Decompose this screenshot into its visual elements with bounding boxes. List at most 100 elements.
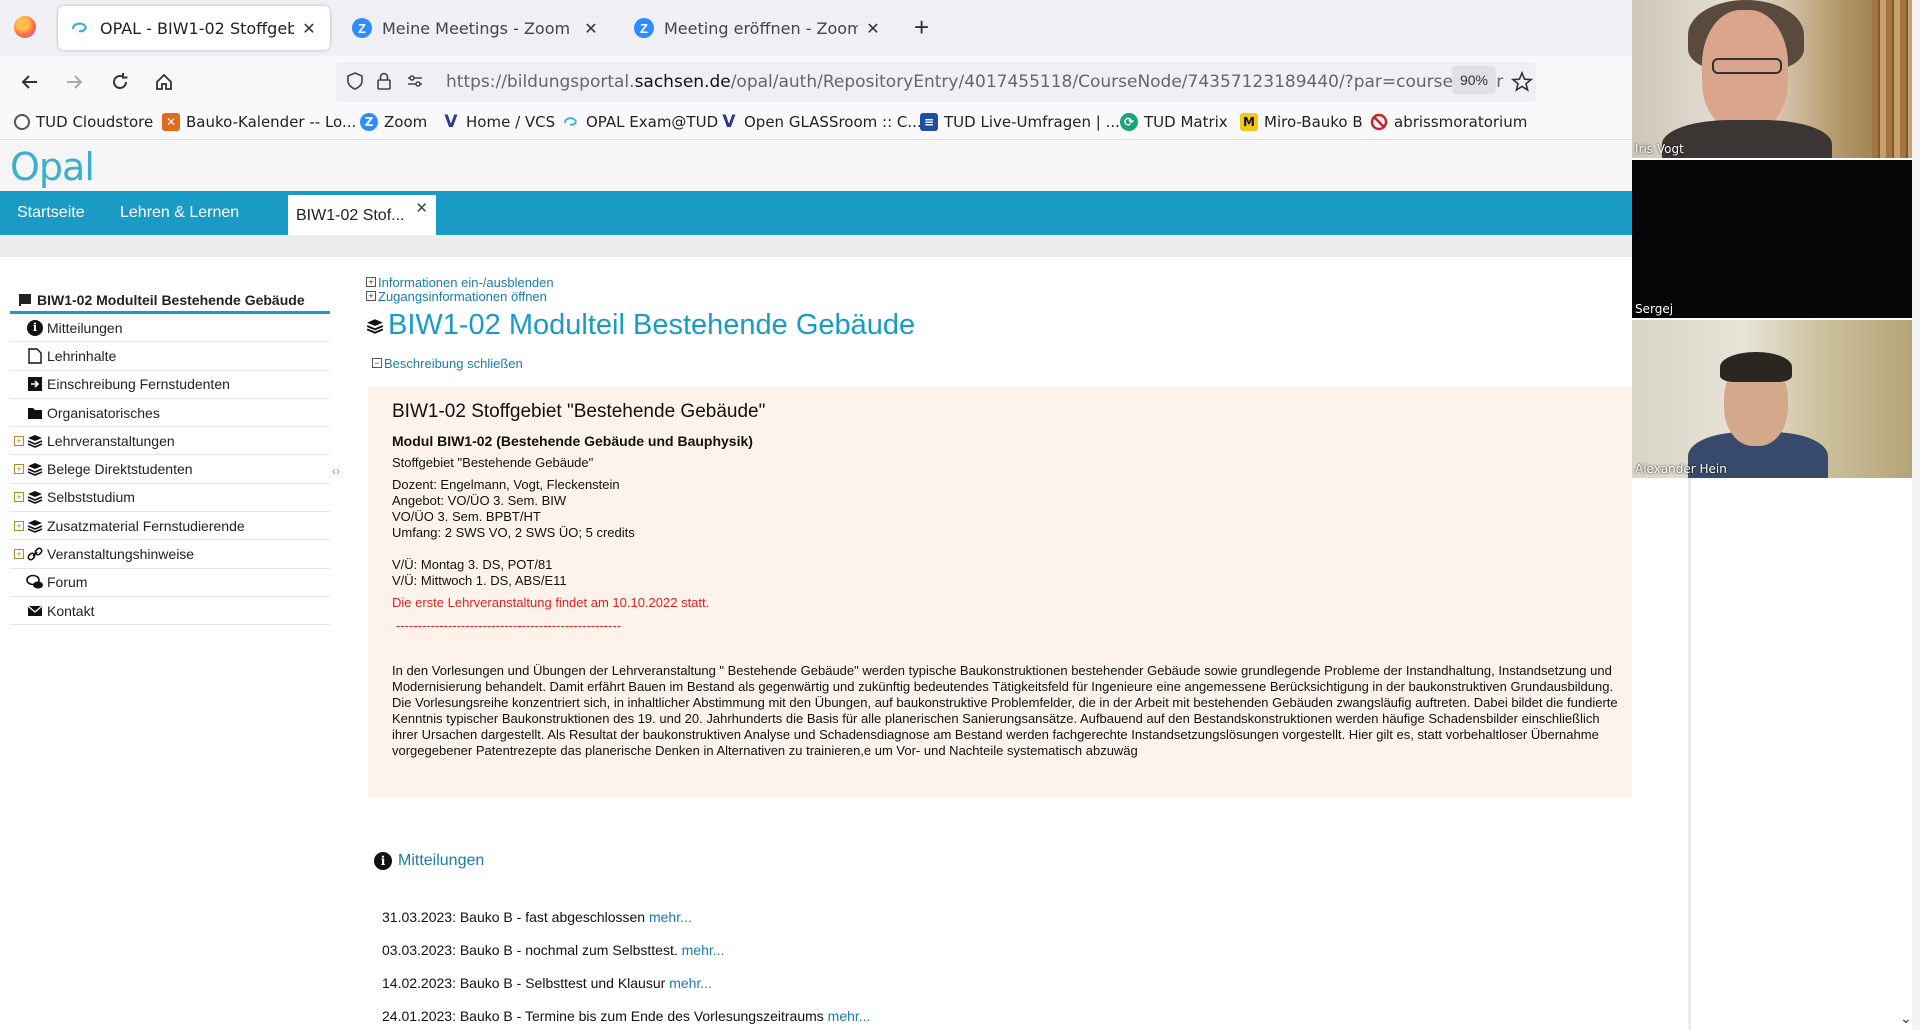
bookmark-open-glassroom[interactable]: V Open GLASSroom :: C... [720,112,921,132]
expand-icon[interactable]: + [14,492,24,503]
sidebar-item-label: Lehrveranstaltungen [47,432,175,449]
expand-icon[interactable]: + [14,464,24,475]
expand-icon[interactable]: + [14,520,24,531]
forward-arrow-icon [67,75,83,89]
permissions-icon[interactable] [406,72,424,95]
zoom-icon: Z [360,113,378,131]
bookmark-opal-exam[interactable]: OPAL Exam@TUD [562,113,718,131]
toggle-description-label: Beschreibung schließen [384,355,523,371]
news-more-link[interactable]: mehr... [669,975,712,991]
description-heading: BIW1-02 Stoffgebiet "Bestehende Gebäude" [392,401,766,422]
bookmark-miro-bauko-b[interactable]: M Miro-Bauko B [1240,113,1363,131]
bookmark-zoom[interactable]: Z Zoom [360,113,427,131]
sidebar-item-label: Forum [47,574,88,591]
scroll-down-arrow-icon[interactable]: ⌄ [1900,1010,1912,1027]
new-tab-button[interactable]: + [914,12,929,43]
divider-line: ----------------------------------------… [396,618,622,633]
opal-subbar [0,235,1632,257]
toggle-description-link[interactable]: − Beschreibung schließen [372,355,1632,371]
news-more-link[interactable]: mehr... [649,909,692,925]
tab-meine-meetings[interactable]: Z Meine Meetings - Zoom ✕ [340,6,612,50]
link-icon [26,545,44,563]
opal-logo[interactable]: Opal [10,145,95,189]
news-item: 24.01.2023: Bauko B - Termine bis zum En… [382,1008,870,1024]
sidebar-item-zusatzmaterial[interactable]: + Zusatzmaterial Fernstudierende [10,512,330,541]
vcs-icon: V [722,112,736,132]
news-more-link[interactable]: mehr... [682,942,725,958]
poll-icon: ≡ [920,113,938,131]
sidebar-item-selbststudium[interactable]: + Selbststudium [10,484,330,513]
sidebar-item-forum[interactable]: Forum [10,569,330,597]
layers-icon [26,517,44,535]
bookmark-tud-live-umfragen[interactable]: ≡ TUD Live-Umfragen | ... [920,113,1120,131]
bookmark-label: TUD Matrix [1144,113,1228,131]
zoom-level-badge[interactable]: 90% [1452,66,1496,94]
sidebar-resize-handle[interactable]: ‹› [332,464,340,478]
bookmark-tud-matrix[interactable]: ⟳ TUD Matrix [1120,113,1228,131]
tab-meeting-eroeffnen[interactable]: Z Meeting eröffnen - Zoom ✕ [622,6,894,50]
home-button[interactable] [148,66,180,98]
participant-hair [1720,352,1792,382]
nav-startseite[interactable]: Startseite [17,204,85,222]
nav-lehren-lernen[interactable]: Lehren & Lernen [120,204,239,222]
sidebar-item-label: Einschreibung Fernstudenten [47,376,230,393]
close-icon[interactable]: ✕ [582,19,600,38]
page-title-text: BIW1-02 Modulteil Bestehende Gebäude [388,309,916,341]
schedule-2: V/Ü: Mittwoch 1. DS, ABS/E11 [392,573,567,588]
bookmark-star-button[interactable] [1506,66,1538,98]
sidebar-item-veranstaltungshinweise[interactable]: + Veranstaltungshinweise [10,540,330,569]
sidebar-item-kontakt[interactable]: Kontakt [10,597,330,626]
video-tile-alexander-hein[interactable]: Alexander Hein [1632,320,1912,478]
news-text: 31.03.2023: Bauko B - fast abgeschlossen [382,909,649,925]
tab-title: Meeting eröffnen - Zoom [664,18,858,38]
sidebar-item-einschreibung[interactable]: Einschreibung Fernstudenten [10,371,330,399]
sidebar-item-mitteilungen[interactable]: i Mitteilungen [10,314,330,343]
sidebar-item-label: Mitteilungen [47,319,123,336]
browser-tab-bar: OPAL - BIW1-02 Stoffgebiet "Be ✕ Z Meine… [0,0,1632,56]
info-icon: i [374,852,392,870]
forward-button[interactable] [58,66,90,98]
bookmark-bauko-kalender[interactable]: ✕ Bauko-Kalender -- Lo... [162,113,356,131]
sidebar-course-title[interactable]: BIW1-02 Modulteil Bestehende Gebäude [10,288,330,314]
news-text: 24.01.2023: Bauko B - Termine bis zum En… [382,1008,828,1024]
sidebar-item-lehrinhalte[interactable]: Lehrinhalte [10,342,330,371]
back-button[interactable] [14,66,46,98]
news-item: 31.03.2023: Bauko B - fast abgeschlossen… [382,909,692,925]
sidebar-item-belege[interactable]: + Belege Direktstudenten [10,455,330,484]
offer-2: VO/ÜO 3. Sem. BPBT/HT [392,509,541,524]
lock-icon[interactable] [376,72,392,95]
sidebar-item-label: Kontakt [47,602,95,619]
matrix-icon: ⟳ [1120,113,1138,131]
sidebar-item-lehrveranstaltungen[interactable]: + Lehrveranstaltungen [10,427,330,456]
first-lecture-notice: Die erste Lehrveranstaltung findet am 10… [392,595,710,610]
layers-icon [366,318,384,334]
description-box: BIW1-02 Stoffgebiet "Bestehende Gebäude"… [368,387,1652,797]
plus-box-icon: + [366,277,376,287]
book-icon [16,291,34,309]
reload-button[interactable] [104,66,136,98]
scope: Umfang: 2 SWS VO, 2 SWS ÜO; 5 credits [392,525,635,540]
url-bar[interactable]: https://bildungsportal.sachsen.de/opal/a… [336,62,1536,102]
expand-icon[interactable]: + [14,549,24,560]
shield-icon[interactable] [346,72,364,95]
nav-course-tab[interactable]: BIW1-02 Stof... ✕ [288,195,436,235]
sidebar-item-label: Veranstaltungshinweise [47,546,195,563]
bookmark-tud-cloudstore[interactable]: TUD Cloudstore [14,113,153,131]
expand-icon[interactable]: + [14,435,24,446]
toggle-info-link[interactable]: + Informationen ein-/ausblenden [366,275,1632,290]
sidebar-item-organisatorisches[interactable]: Organisatorisches [10,399,330,428]
news-text: 03.03.2023: Bauko B - nochmal zum Selbst… [382,942,682,958]
close-icon[interactable]: ✕ [415,199,428,217]
video-tile-sergej[interactable]: Sergej [1632,160,1912,318]
bookmark-abrissmoratorium[interactable]: abrissmoratorium [1370,113,1527,131]
page-scrollbar[interactable] [1912,0,1920,1030]
close-icon[interactable]: ✕ [864,19,882,38]
news-heading[interactable]: i Mitteilungen [374,852,484,870]
news-more-link[interactable]: mehr... [828,1008,871,1024]
video-tile-iris-vogt[interactable]: Iris Vogt [1632,0,1912,158]
toggle-access-link[interactable]: + Zugangsinformationen öffnen [366,289,1632,304]
tab-opal[interactable]: OPAL - BIW1-02 Stoffgebiet "Be ✕ [58,6,330,50]
close-icon[interactable]: ✕ [300,19,318,38]
news-item: 14.02.2023: Bauko B - Selbsttest und Kla… [382,975,712,991]
bookmark-home-vcs[interactable]: V Home / VCS [442,112,555,132]
